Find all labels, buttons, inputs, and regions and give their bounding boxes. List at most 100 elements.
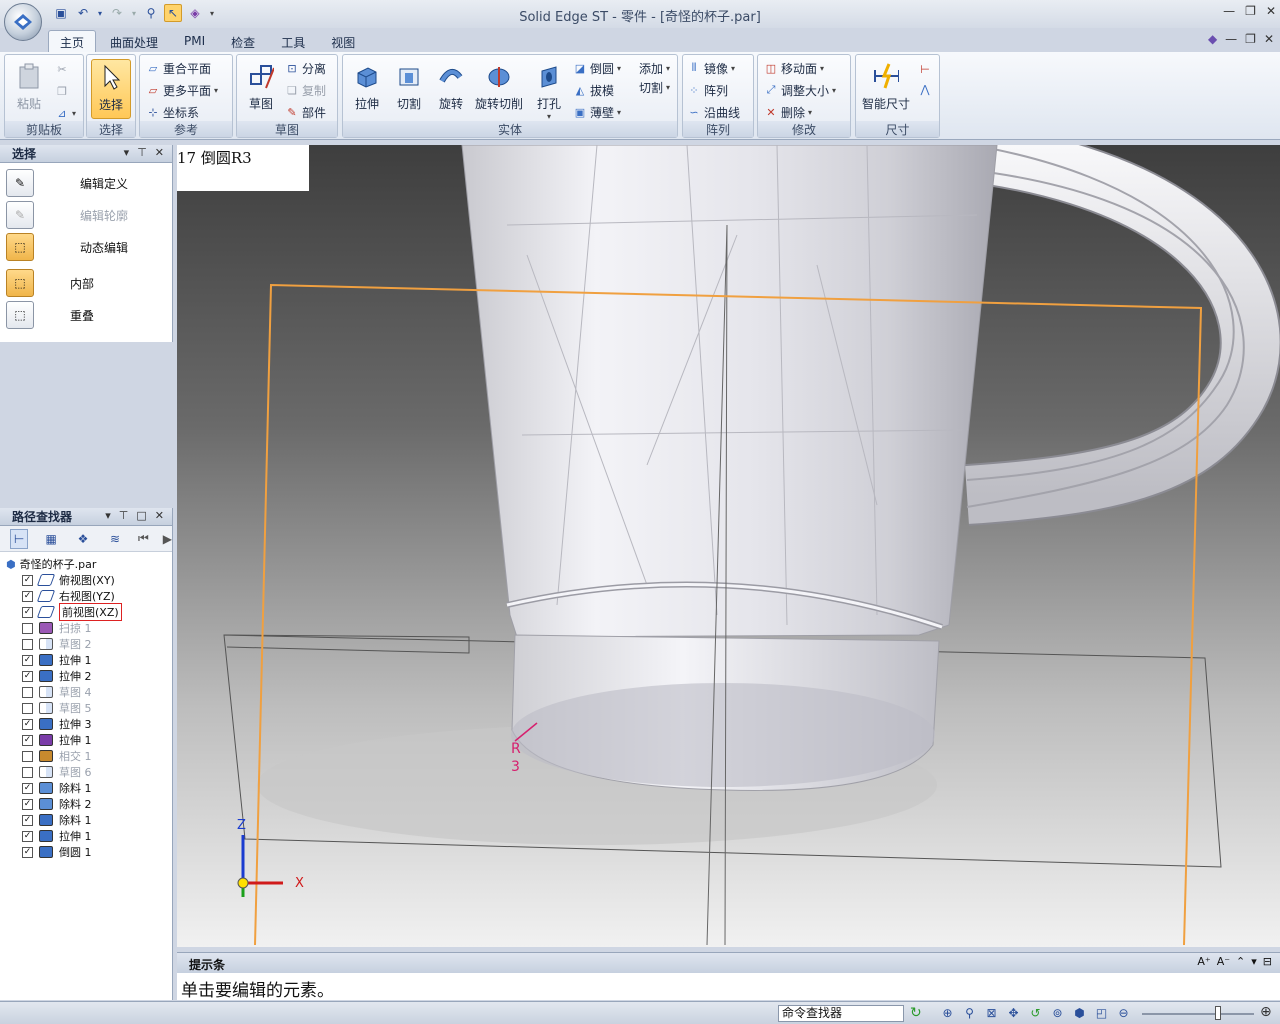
visibility-checkbox[interactable] — [22, 750, 33, 762]
visibility-checkbox[interactable]: ✓ — [22, 814, 33, 826]
tab-inspect[interactable]: 检查 — [219, 30, 267, 52]
edit-definition-item[interactable]: ✎ 编辑定义 — [6, 169, 166, 197]
zoom-area-icon[interactable]: ⊕ — [940, 1005, 955, 1020]
visibility-checkbox[interactable]: ✓ — [22, 846, 33, 858]
font-increase-icon[interactable]: A⁺ — [1197, 955, 1210, 968]
tree-node[interactable]: ✓ 俯视图(XY) — [22, 572, 115, 588]
doc-minimize-icon[interactable]: — — [1225, 32, 1237, 46]
tree-node[interactable]: ✓ 拉伸 1 — [22, 828, 92, 844]
visibility-checkbox[interactable]: ✓ — [22, 670, 33, 682]
prompt-menu-icon[interactable]: ▾ — [1251, 955, 1257, 968]
add-button[interactable]: 添加 ▾ — [639, 58, 670, 78]
graphics-viewport[interactable]: R 3 Z X — [177, 145, 1280, 947]
zoom-out-icon[interactable]: ⊖ — [1116, 1005, 1131, 1020]
play-icon[interactable]: ▶ — [163, 529, 172, 549]
minimize-icon[interactable]: — — [1223, 4, 1235, 18]
zoom-in-icon[interactable]: ⊕ — [1260, 1004, 1272, 1020]
dimension-tool-2[interactable]: ⋀ — [918, 79, 932, 99]
undo-icon[interactable]: ↶ — [74, 4, 92, 22]
collapse-icon[interactable]: ⌃ — [1236, 955, 1245, 968]
tree-node[interactable]: ✓ 除料 1 — [22, 812, 92, 828]
visibility-checkbox[interactable]: ✓ — [22, 654, 33, 666]
fit-icon[interactable]: ⊠ — [984, 1005, 999, 1020]
select-icon[interactable]: ↖ — [164, 4, 182, 22]
visibility-checkbox[interactable]: ✓ — [22, 590, 33, 602]
shaded-view-icon[interactable]: ⬢ — [1072, 1005, 1087, 1020]
visibility-checkbox[interactable]: ✓ — [22, 574, 33, 586]
tree-node[interactable]: 草图 4 — [22, 684, 92, 700]
features-icon[interactable]: ▦ — [42, 529, 60, 549]
float-icon[interactable]: □ — [136, 509, 146, 522]
doc-restore-icon[interactable]: ❐ — [1245, 32, 1256, 46]
draft-button[interactable]: ◭ 拔模 — [573, 80, 614, 100]
copy-small-button[interactable]: ❐ — [55, 81, 69, 101]
visibility-checkbox[interactable] — [22, 686, 33, 698]
visibility-checkbox[interactable] — [22, 638, 33, 650]
tab-tools[interactable]: 工具 — [269, 30, 317, 52]
part-button[interactable]: ✎ 部件 — [285, 102, 326, 122]
edit-profile-item[interactable]: ✎ 编辑轮廓 — [6, 201, 166, 229]
revolve-button[interactable]: 旋转 — [431, 59, 471, 119]
filter-icon[interactable]: ⚲ — [142, 4, 160, 22]
close-icon[interactable]: ✕ — [1266, 4, 1276, 18]
prompt-minimize-icon[interactable]: ⊟ — [1263, 955, 1272, 968]
tab-home[interactable]: 主页 — [48, 30, 97, 52]
pattern-button[interactable]: ⁘ 阵列 — [687, 80, 728, 100]
tree-node[interactable]: 相交 1 — [22, 748, 92, 764]
radius-dim-r[interactable]: R — [511, 741, 521, 757]
radius-dim-value[interactable]: 3 — [511, 759, 520, 775]
qat-dropdown-icon[interactable]: ▾ — [208, 4, 216, 22]
pan-icon[interactable]: ✥ — [1006, 1005, 1021, 1020]
assembly-icon[interactable]: ❖ — [74, 529, 92, 549]
sketch-button[interactable]: 草图 — [241, 59, 281, 119]
panel-menu-icon[interactable]: ▾ — [105, 509, 111, 522]
paste-button[interactable]: 粘贴 — [9, 59, 49, 119]
rotate-icon[interactable]: ↺ — [1028, 1005, 1043, 1020]
visibility-checkbox[interactable] — [22, 766, 33, 778]
tree-node[interactable]: 扫掠 1 — [22, 620, 92, 636]
tree-node[interactable]: ✓ 倒圆 1 — [22, 844, 92, 860]
move-face-button[interactable]: ◫ 移动面 ▾ — [764, 58, 824, 78]
undo-dropdown-icon[interactable]: ▾ — [96, 4, 104, 22]
pin-icon[interactable]: ⊤ — [119, 509, 129, 522]
redo-icon[interactable]: ↷ — [108, 4, 126, 22]
spin-icon[interactable]: ⊚ — [1050, 1005, 1065, 1020]
zoom-slider-track[interactable] — [1142, 1013, 1254, 1015]
tab-surfacing[interactable]: 曲面处理 — [98, 30, 170, 52]
restore-icon[interactable]: ❐ — [1245, 4, 1256, 18]
panel-menu-icon[interactable]: ▾ — [124, 146, 130, 159]
revolve-cut-button[interactable]: 旋转切削 — [473, 59, 525, 119]
view-orient-icon[interactable]: ◰ — [1094, 1005, 1109, 1020]
dynamic-edit-item[interactable]: ⬚ 动态编辑 — [6, 233, 166, 261]
zoom-slider-thumb[interactable] — [1215, 1006, 1221, 1020]
visibility-checkbox[interactable]: ✓ — [22, 782, 33, 794]
inside-item[interactable]: ⬚ 内部 — [6, 269, 166, 297]
overlap-item[interactable]: ⬚ 重叠 — [6, 301, 166, 329]
layers-icon[interactable]: ≋ — [106, 529, 124, 549]
panel-close-icon[interactable]: ✕ — [155, 146, 164, 159]
cut-button[interactable]: 切割 — [389, 59, 429, 119]
extrude-button[interactable]: 拉伸 — [347, 59, 387, 119]
tree-root[interactable]: ⬢ 奇怪的杯子.par — [6, 556, 96, 572]
dimension-tool-1[interactable]: ⊢ — [918, 59, 932, 79]
cut-small-button[interactable]: ✂ — [55, 59, 69, 79]
component-icon[interactable]: ◈ — [186, 4, 204, 22]
select-button[interactable]: 选择 — [91, 59, 131, 119]
tree-node[interactable]: ✓ 前视图(XZ) — [22, 603, 122, 621]
format-painter-button[interactable]: ⊿ ▾ — [55, 103, 76, 123]
command-finder-input[interactable]: 命令查找器 — [778, 1005, 904, 1022]
tree-node[interactable]: 草图 2 — [22, 636, 92, 652]
visibility-checkbox[interactable] — [22, 622, 33, 634]
sketch-copy-button[interactable]: ❏ 复制 — [285, 80, 326, 100]
command-finder-go-icon[interactable]: ↻ — [910, 1005, 922, 1021]
tree-node[interactable]: ✓ 拉伸 1 — [22, 652, 92, 668]
feature-tree-icon[interactable]: ⊢ — [10, 528, 29, 549]
visibility-checkbox[interactable]: ✓ — [22, 798, 33, 810]
model-view[interactable]: R 3 Z X — [177, 145, 1280, 947]
along-curve-button[interactable]: ∽ 沿曲线 — [687, 102, 740, 122]
visibility-checkbox[interactable]: ✓ — [22, 606, 33, 618]
visibility-checkbox[interactable]: ✓ — [22, 830, 33, 842]
tree-node[interactable]: ✓ 拉伸 1 — [22, 732, 92, 748]
round-button[interactable]: ◪ 倒圆 ▾ — [573, 58, 621, 78]
save-icon[interactable]: ▣ — [52, 4, 70, 22]
